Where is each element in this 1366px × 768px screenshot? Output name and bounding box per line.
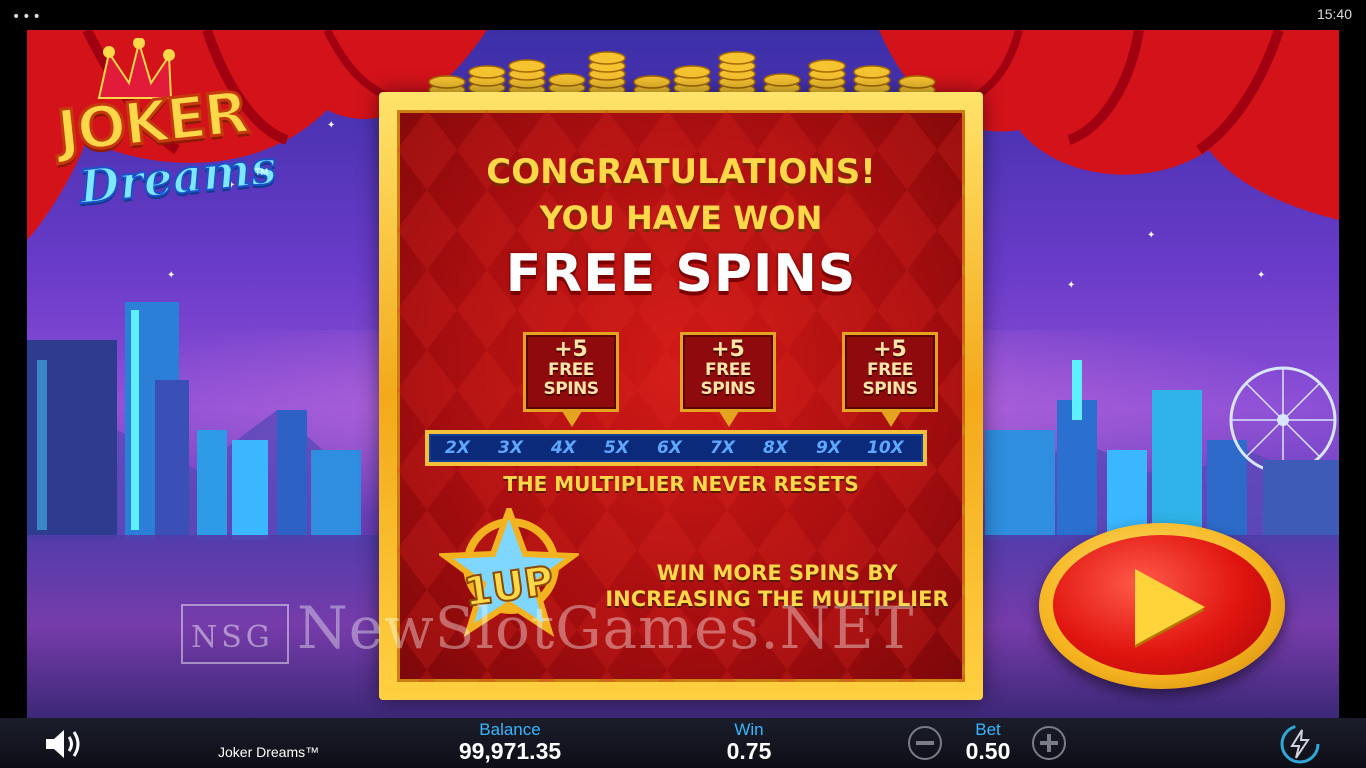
game-logo: JOKER Dreams TM — [49, 38, 289, 238]
bonus-line2: SPINS — [700, 379, 757, 399]
multiplier-never-resets-text: THE MULTIPLIER NEVER RESETS — [503, 472, 859, 496]
minus-icon — [916, 741, 934, 745]
bonus-line1: FREE — [548, 360, 594, 380]
plus-icon-v — [1047, 734, 1051, 752]
star-icon: ✦ — [1067, 280, 1076, 291]
bonus-pointer-icon — [562, 411, 582, 427]
multiplier-2x: 2X — [445, 438, 470, 458]
bonus-line2: SPINS — [543, 379, 600, 399]
clock: 15:40 — [1316, 6, 1352, 22]
multiplier-8x: 8X — [763, 438, 788, 458]
win-value: 0.75 — [726, 738, 772, 764]
free-spins-title: FREE SPINS — [505, 244, 857, 304]
bottom-hud-bar: Joker Dreams™ Balance 99,971.35 Win 0.75… — [0, 718, 1366, 768]
multiplier-5x: 5X — [604, 438, 629, 458]
multiplier-6x: 6X — [657, 438, 682, 458]
bet-value: 0.50 — [965, 738, 1011, 764]
sound-toggle-icon[interactable] — [44, 727, 84, 761]
bonus-badge-10x: +5 FREE SPINS — [842, 332, 938, 427]
multiplier-3x: 3X — [498, 438, 523, 458]
watermark-text: NewSlotGames.NET — [297, 594, 915, 662]
win-more-line1: WIN MORE SPINS BY — [656, 561, 898, 585]
balance-value: 99,971.35 — [458, 738, 562, 764]
you-have-won-text: YOU HAVE WON — [539, 199, 823, 237]
turbo-spin-icon[interactable] — [1278, 722, 1322, 766]
multiplier-9x: 9X — [816, 438, 841, 458]
bonus-plus: +5 — [711, 337, 745, 362]
bonus-badge-4x: +5 FREE SPINS — [523, 332, 619, 427]
multiplier-4x: 4X — [551, 438, 576, 458]
system-top-bar: ••• 15:40 — [0, 0, 1366, 30]
game-scene: ✦ ✦ ✦ ✦ ✦ ✦ JOKER Dreams TM CONGRATULATI… — [27, 30, 1339, 718]
trademark: TM — [255, 168, 269, 178]
multiplier-10x: 10X — [867, 438, 904, 458]
watermark-badge: NSG — [181, 604, 289, 664]
watermark-badge-text: NSG — [191, 620, 274, 655]
multiplier-7x: 7X — [710, 438, 735, 458]
bonus-badge-7x: +5 FREE SPINS — [680, 332, 776, 427]
bet-decrease-button[interactable] — [908, 726, 942, 760]
menu-dots-icon[interactable]: ••• — [12, 9, 43, 25]
multiplier-track: 2X 3X 4X 5X 6X 7X 8X 9X 10X — [425, 430, 927, 466]
bonus-pointer-icon — [719, 411, 739, 427]
bet-increase-button[interactable] — [1032, 726, 1066, 760]
bet-label: Bet — [975, 720, 1001, 739]
bonus-pointer-icon — [881, 411, 901, 427]
bonus-line2: SPINS — [862, 379, 919, 399]
bonus-plus: +5 — [873, 337, 907, 362]
bonus-plus: +5 — [554, 337, 588, 362]
watermark: NSG NewSlotGames.NET — [181, 594, 1181, 664]
balance-label: Balance — [479, 720, 541, 739]
bonus-line1: FREE — [705, 360, 751, 380]
win-label: Win — [734, 720, 764, 739]
congratulations-title: CONGRATULATIONS! — [486, 152, 876, 192]
bonus-line1: FREE — [867, 360, 913, 380]
game-name-label: Joker Dreams™ — [218, 744, 320, 760]
